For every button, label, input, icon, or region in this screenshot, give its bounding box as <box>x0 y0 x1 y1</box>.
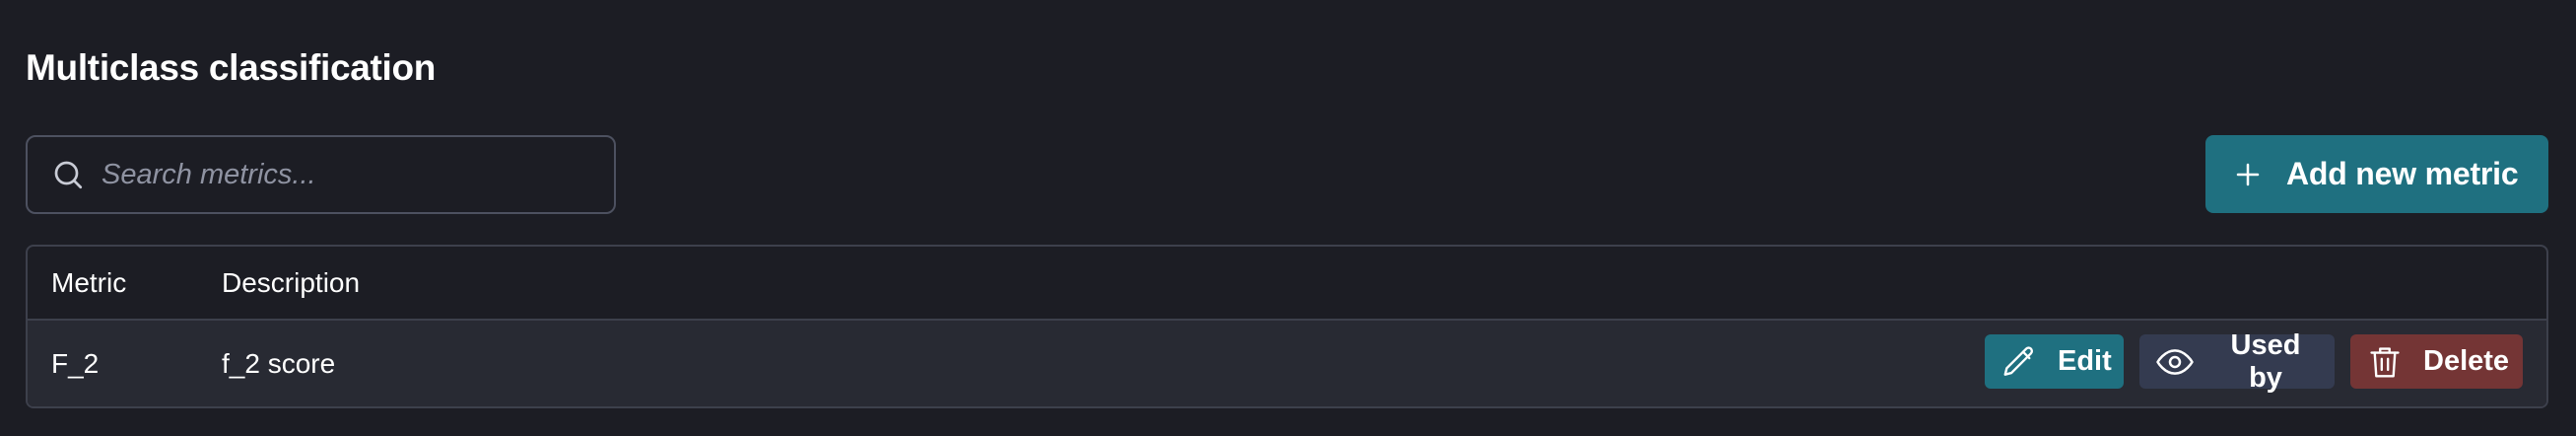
metric-name-cell: F_2 <box>51 347 100 379</box>
pencil-icon <box>2003 345 2034 376</box>
delete-button[interactable]: Delete <box>2350 334 2523 389</box>
search-box[interactable] <box>26 135 616 214</box>
delete-label: Delete <box>2423 345 2510 377</box>
search-icon <box>54 161 83 189</box>
column-header-metric: Metric <box>51 266 127 298</box>
search-input[interactable] <box>100 137 614 212</box>
table-row: F_2 f_2 score Edit Used by Delete <box>28 321 2546 406</box>
used-by-label: Used by <box>2230 328 2301 394</box>
plus-icon <box>2236 163 2260 185</box>
page-title: Multiclass classification <box>26 47 437 88</box>
metrics-table: Metric Description F_2 f_2 score Edit Us… <box>26 245 2548 408</box>
edit-label: Edit <box>2058 345 2112 377</box>
add-new-metric-label: Add new metric <box>2286 156 2519 191</box>
eye-icon <box>2156 348 2194 375</box>
row-actions: Edit Used by Delete <box>1985 329 2523 394</box>
edit-button[interactable]: Edit <box>1985 334 2124 389</box>
table-header: Metric Description <box>28 247 2546 321</box>
add-new-metric-button[interactable]: Add new metric <box>2205 135 2548 213</box>
trash-icon <box>2370 346 2400 377</box>
metric-description-cell: f_2 score <box>222 347 336 379</box>
column-header-description: Description <box>222 266 361 298</box>
used-by-button[interactable]: Used by <box>2139 329 2335 394</box>
